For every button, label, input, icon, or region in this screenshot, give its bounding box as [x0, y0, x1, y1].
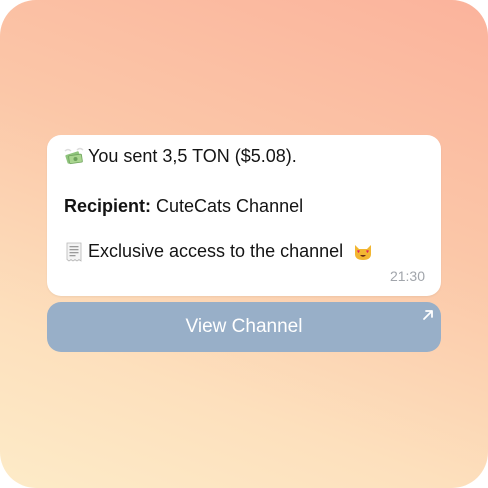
recipient-name: CuteCats Channel	[156, 196, 304, 216]
description-text: Exclusive access to the channel	[88, 241, 344, 261]
money-with-wings-icon	[64, 147, 84, 167]
recipient-label: Recipient:	[64, 196, 152, 216]
description-line: Exclusive access to the channel	[64, 241, 377, 262]
receipt-icon	[64, 242, 84, 262]
payment-line: You sent 3,5 TON ($5.08).	[64, 146, 297, 167]
message-time: 21:30	[389, 268, 425, 284]
chat-background: You sent 3,5 TON ($5.08). Recipient: Cut…	[0, 0, 488, 488]
view-channel-button[interactable]: View Channel	[47, 302, 441, 352]
payment-text: You sent 3,5 TON ($5.08).	[88, 146, 297, 166]
view-channel-label: View Channel	[185, 316, 303, 337]
message-bubble: You sent 3,5 TON ($5.08). Recipient: Cut…	[47, 135, 441, 296]
recipient-line: Recipient: CuteCats Channel	[64, 196, 303, 217]
heart-eyes-cat-icon	[353, 242, 373, 262]
arrow-up-right-icon	[422, 308, 434, 320]
